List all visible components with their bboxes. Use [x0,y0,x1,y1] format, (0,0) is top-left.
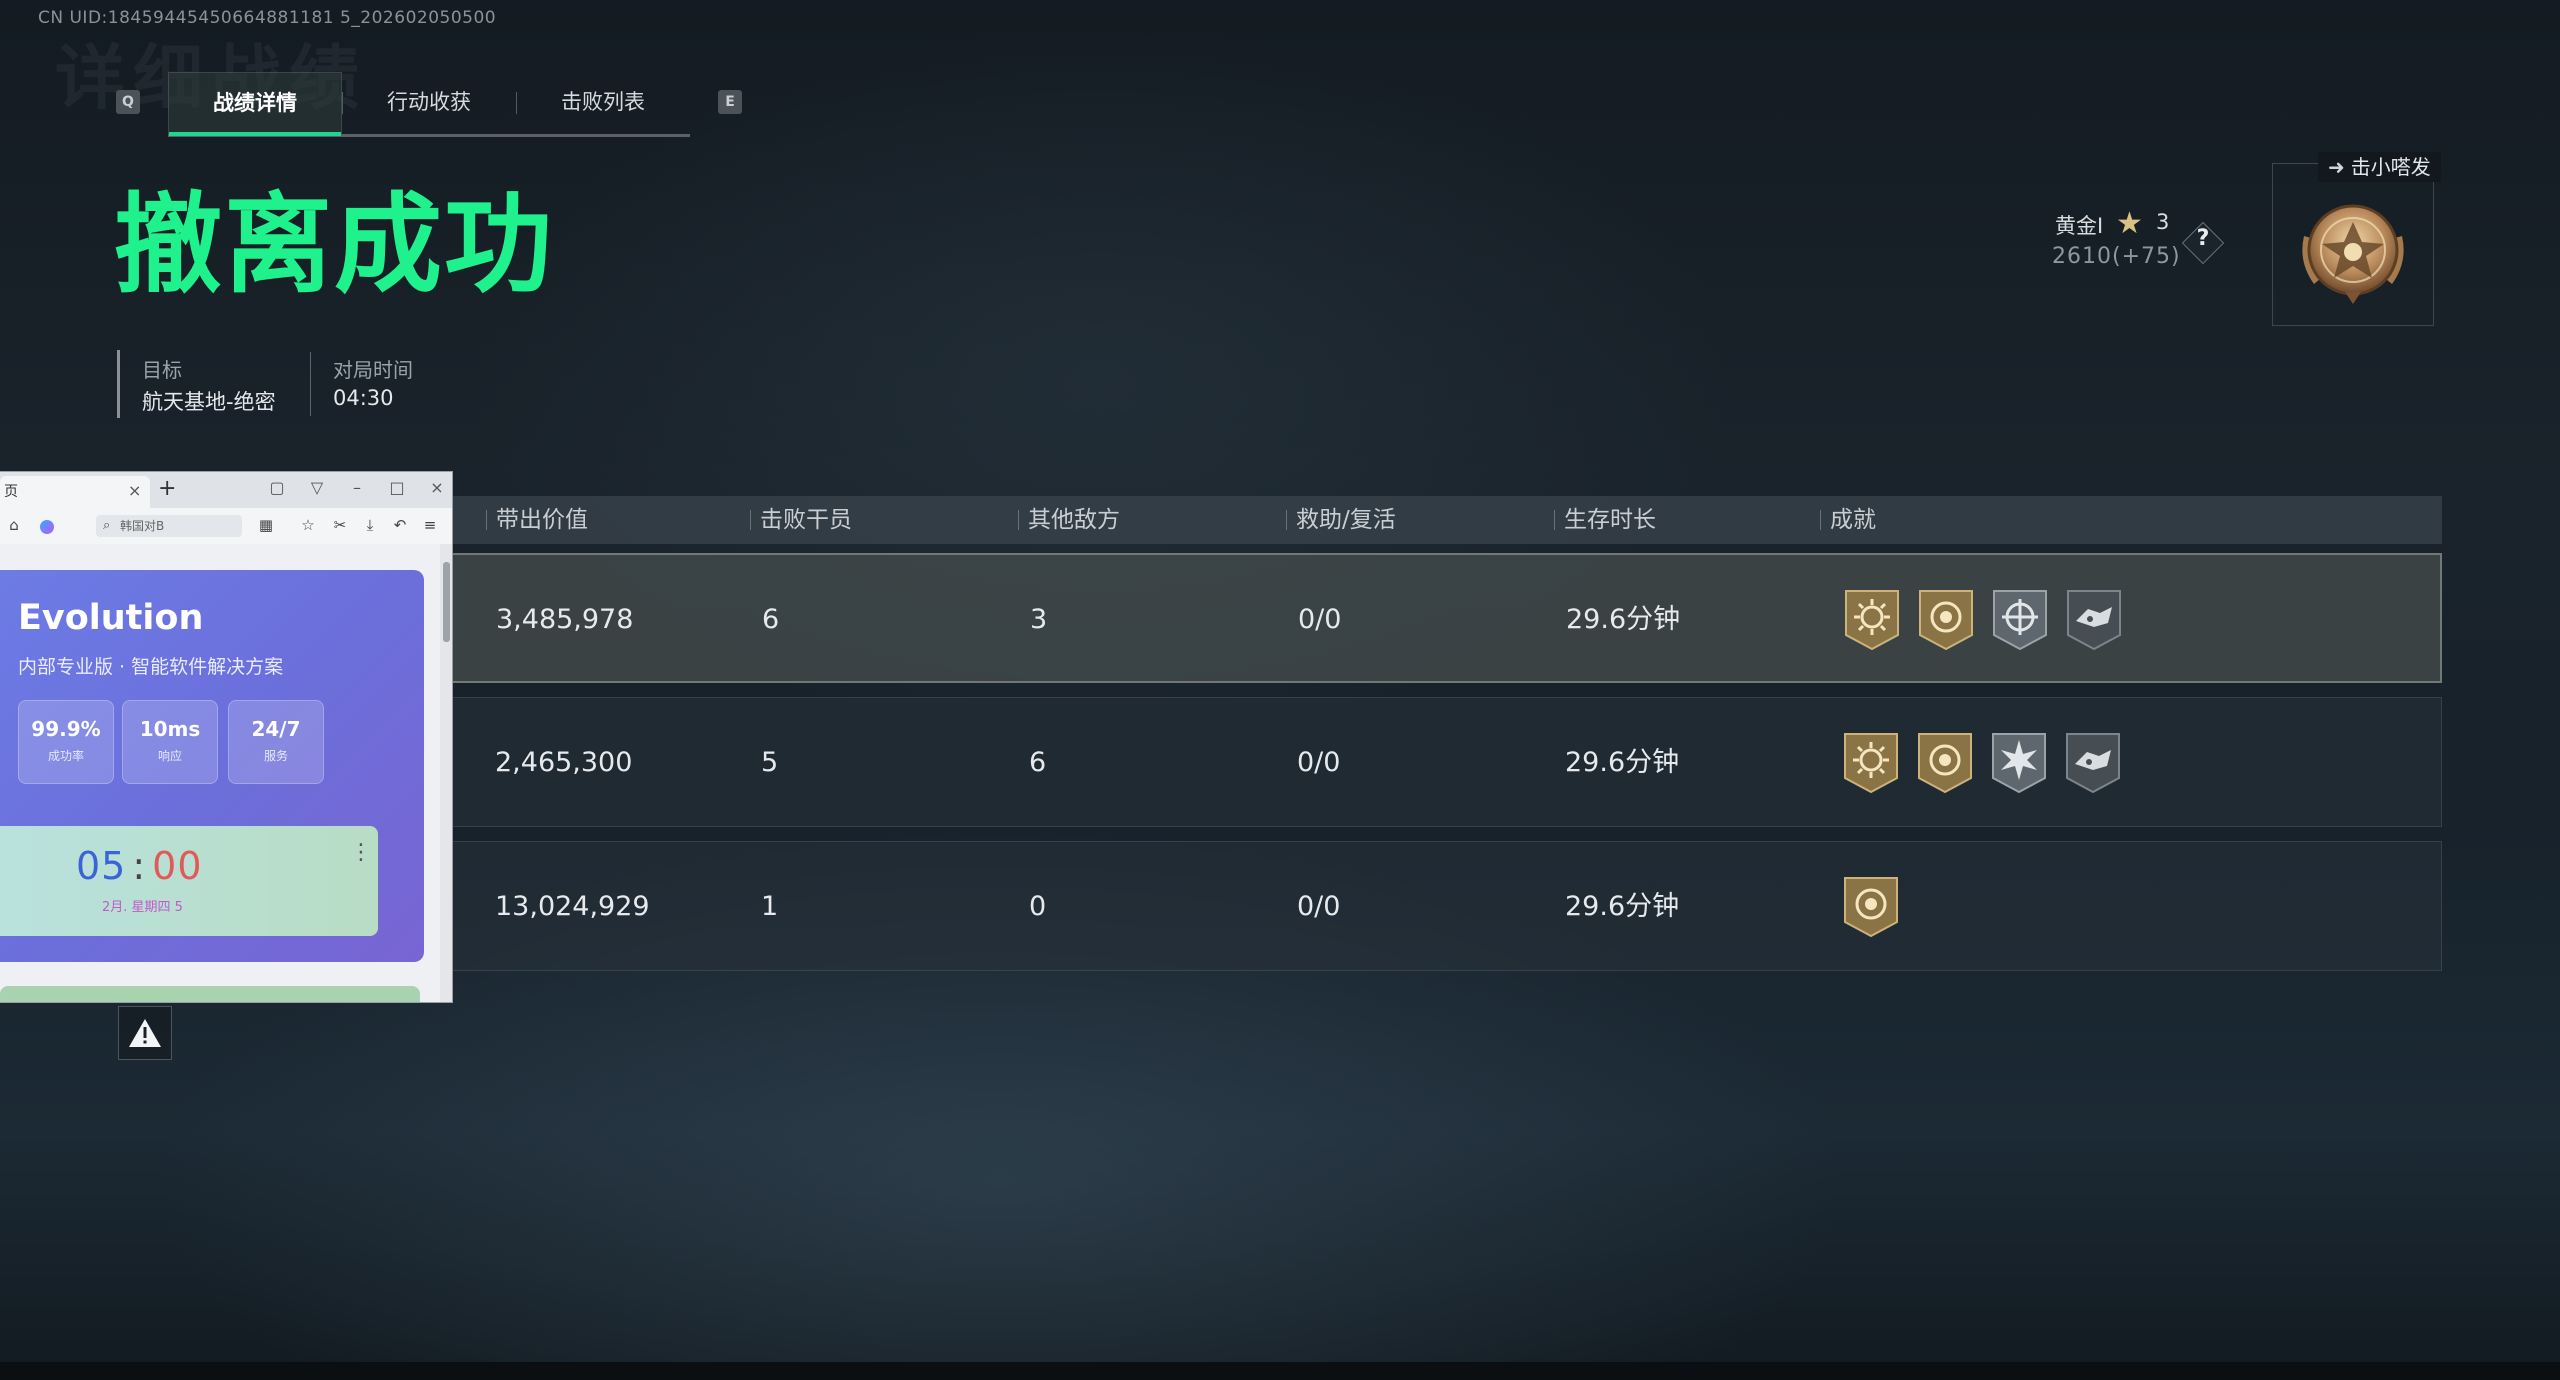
stat-value: 10ms [139,717,201,741]
target-badge-icon[interactable] [1841,874,1901,940]
cell-other-enemies: 3 [1030,604,1048,635]
cell-survival-time: 29.6分钟 [1565,747,1680,778]
rank-star-count: 3 [2156,210,2170,234]
next-card-peek [0,986,420,1002]
maximize-icon[interactable]: □ [386,478,408,497]
header-rescue-revive: 救助/复活 [1286,496,1396,544]
stat-label: 响应 [157,749,182,763]
tab-kill-list[interactable]: 击败列表 [516,72,690,134]
stats-table-header: 带出价值 击败干员 其他敌方 救助/复活 生存时长 成就 [450,496,2442,544]
menu-icon[interactable]: ≡ [420,515,440,535]
evolution-subtitle: 内部专业版 · 智能软件解决方案 [18,656,284,678]
header-operator-kills: 击败干员 [750,496,852,544]
tab-count-icon[interactable]: ▢ [266,478,288,497]
stat-latency: 10ms 响应 [122,700,218,784]
report-warning-button[interactable] [118,1006,172,1060]
burst-badge-icon[interactable] [1989,730,2049,796]
evolution-title: Evolution [18,598,204,638]
clock-hours: 05 [76,844,127,888]
table-row[interactable]: 3,485,978 6 3 0/0 29.6分钟 [450,553,2442,683]
cell-extracted-value: 3,485,978 [496,604,634,635]
table-row[interactable]: 2,465,300 5 6 0/0 29.6分钟 [450,697,2442,827]
target-badge-icon[interactable] [1915,730,1975,796]
crosshair-badge-icon[interactable] [1990,587,2050,653]
cell-other-enemies: 0 [1029,891,1047,922]
player-name-tag[interactable]: ➜ 击小嗒发 [2318,152,2441,182]
cell-operator-kills: 5 [761,747,779,778]
browser-logo-icon [40,520,54,534]
target-label: 目标 [142,358,182,382]
next-tab-key-hint[interactable]: E [718,90,742,114]
match-time-value: 04:30 [333,386,394,410]
wings-badge-icon[interactable] [2063,730,2123,796]
clock-date: 2月. 星期四 5 [102,900,183,915]
close-tab-icon[interactable]: × [128,481,141,500]
clock-separator: : [132,844,147,888]
cell-survival-time: 29.6分钟 [1566,604,1681,635]
sun-badge-icon[interactable] [1842,587,1902,653]
bottom-strip [0,1362,2560,1380]
rank-points: 2610(+75) [2052,244,2181,269]
rank-medal-icon [2296,192,2410,316]
clock-minutes: 00 [152,844,203,888]
cell-rescue-revive: 0/0 [1297,747,1341,778]
tab-loot[interactable]: 行动收获 [342,72,516,134]
undo-icon[interactable]: ↶ [390,515,410,535]
header-survival-time: 生存时长 [1554,496,1656,544]
tab-match-details[interactable]: 战绩详情 [168,72,342,136]
cell-extracted-value: 13,024,929 [495,891,650,922]
cell-operator-kills: 1 [761,891,779,922]
home-icon[interactable]: ⌂ [4,515,24,535]
info-accent-bar [117,350,120,418]
back-arrow-icon: ➜ [2328,155,2345,179]
header-achievements: 成就 [1820,496,1876,544]
prev-tab-key-hint[interactable]: Q [116,90,140,114]
stat-success-rate: 99.9% 成功率 [18,700,114,784]
minimize-icon[interactable]: – [346,478,368,497]
stat-label: 服务 [263,749,288,763]
cell-operator-kills: 6 [762,604,780,635]
close-window-icon[interactable]: × [426,478,448,497]
cell-other-enemies: 6 [1029,747,1047,778]
shirt-icon[interactable]: ▽ [306,478,328,497]
browser-search-input[interactable]: 韩国对B [96,515,242,537]
new-tab-icon[interactable]: + [158,476,176,501]
download-icon[interactable]: ⤓ [360,515,380,535]
info-divider [310,352,311,416]
target-value: 航天基地-绝密 [142,390,276,414]
clock-time: 05:00 [76,844,203,888]
cell-rescue-revive: 0/0 [1298,604,1342,635]
stat-value: 24/7 [251,717,301,741]
search-icon: ⌕ [103,518,111,533]
more-options-icon[interactable]: ⋮ [350,840,372,865]
apps-grid-icon[interactable]: ▦ [256,515,276,535]
cut-icon[interactable]: ✂ [330,515,350,535]
rank-star-icon: ★ [2116,206,2143,241]
target-badge-icon[interactable] [1916,587,1976,653]
browser-scroll-thumb[interactable] [443,562,450,642]
cell-extracted-value: 2,465,300 [495,747,633,778]
stat-value: 99.9% [31,717,101,741]
stat-label: 成功率 [47,749,84,763]
header-extracted-value: 带出价值 [486,496,588,544]
cell-survival-time: 29.6分钟 [1565,891,1680,922]
favorites-icon[interactable]: ☆ [298,515,318,535]
extraction-result-title: 撤离成功 [114,183,555,308]
sun-badge-icon[interactable] [1841,730,1901,796]
warning-icon [129,1019,161,1047]
cell-rescue-revive: 0/0 [1297,891,1341,922]
table-row[interactable]: 13,024,929 1 0 0/0 29.6分钟 [450,841,2442,971]
player-name: 击小嗒发 [2350,155,2431,179]
uid-label: CN UID:18459445450664881181 5_2026020505… [38,8,497,28]
stat-service: 24/7 服务 [228,700,324,784]
tab-bar: 战绩详情 行动收获 击败列表 [168,72,690,137]
help-icon[interactable]: ? [2194,226,2212,251]
header-other-enemies: 其他敌方 [1018,496,1120,544]
rank-name: 黄金I [2055,214,2104,238]
match-time-label: 对局时间 [333,358,413,382]
wings-badge-icon[interactable] [2064,587,2124,653]
